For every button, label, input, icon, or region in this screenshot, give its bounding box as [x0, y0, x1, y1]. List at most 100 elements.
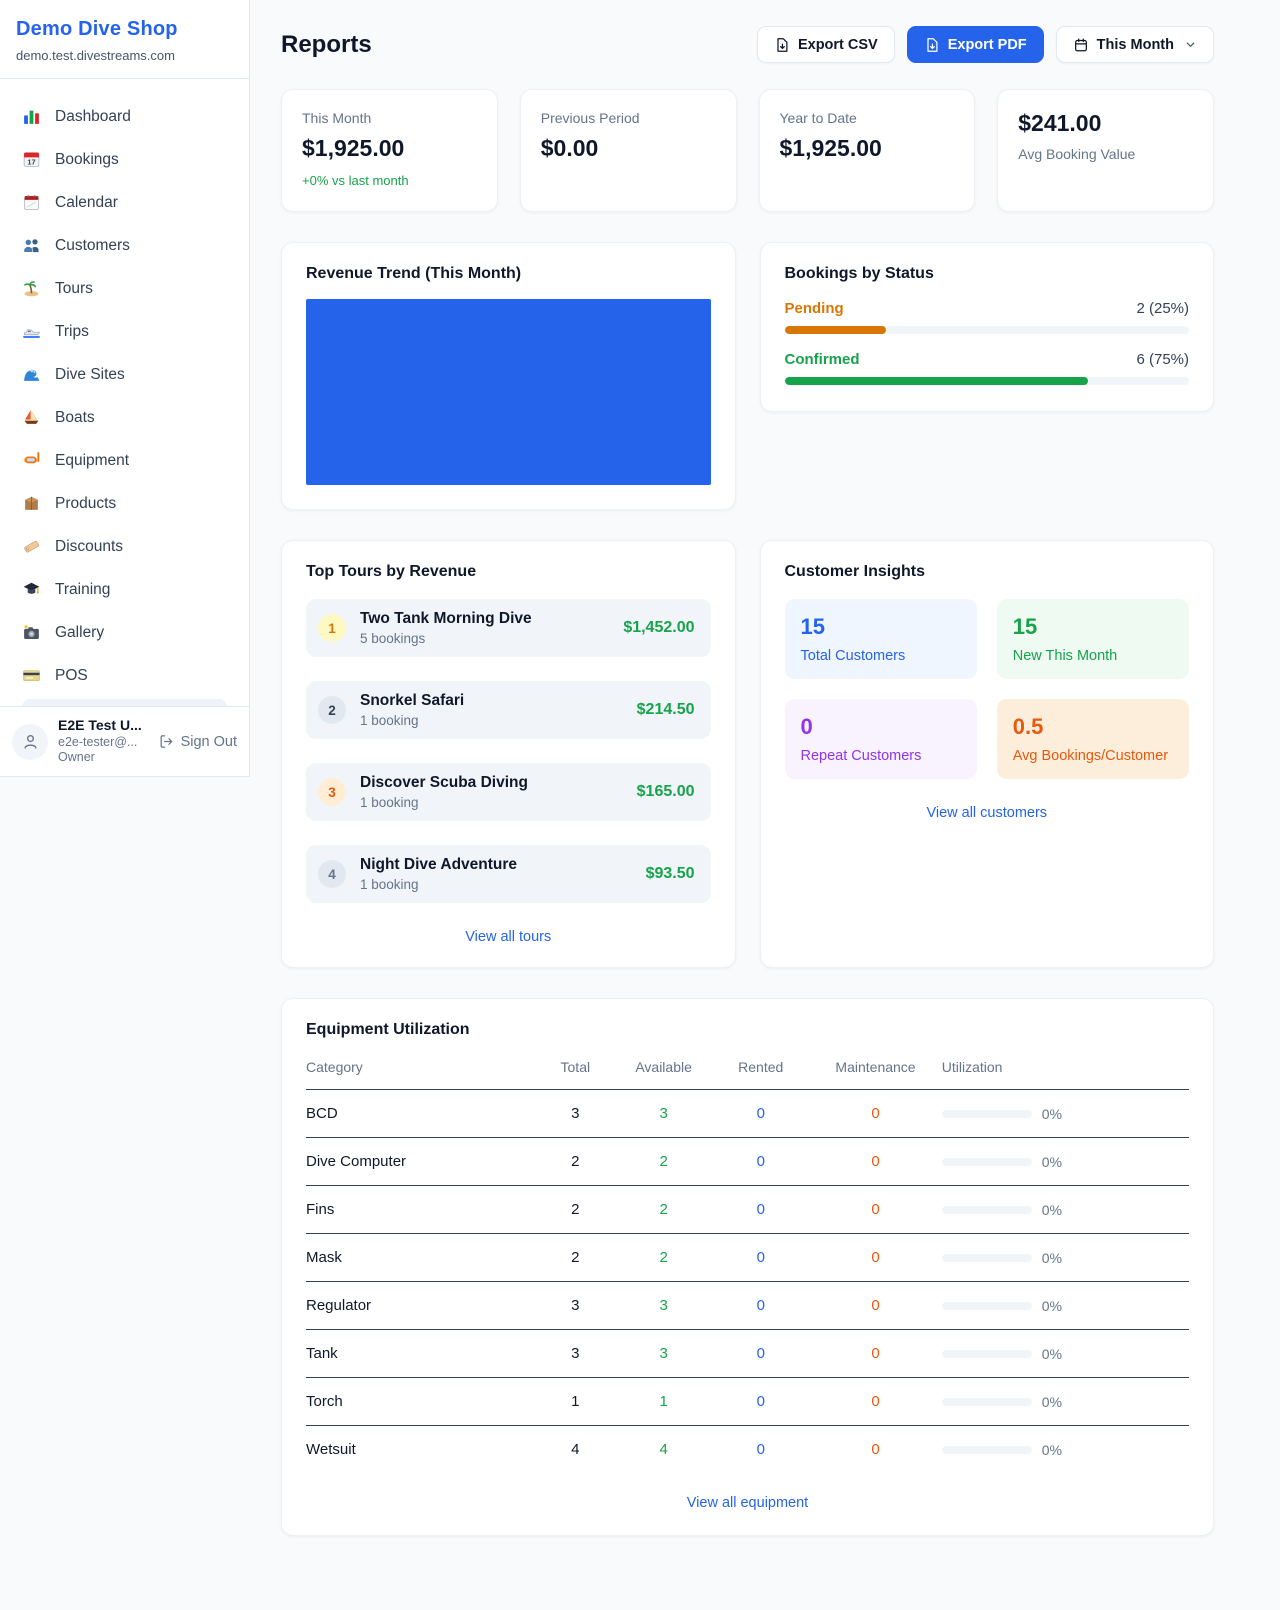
status-label: Pending	[785, 300, 844, 317]
sidebar-item-boats[interactable]: Boats	[12, 396, 237, 439]
status-label: Confirmed	[785, 351, 860, 368]
cell-total: 2	[536, 1138, 615, 1186]
stat-value: $1,925.00	[302, 135, 477, 162]
utilization-bar	[942, 1446, 1032, 1454]
cell-category: Dive Computer	[306, 1138, 536, 1186]
utilization-cell: 0%	[942, 1442, 1189, 1458]
utilization-pct: 0%	[1042, 1394, 1062, 1410]
shop-name: Demo Dive Shop	[16, 18, 233, 41]
tour-bookings: 1 booking	[360, 795, 528, 810]
cell-maintenance: 0	[809, 1186, 941, 1234]
camera-icon	[22, 623, 41, 642]
utilization-cell: 0%	[942, 1154, 1189, 1170]
stat-label: Avg Booking Value	[1018, 146, 1193, 162]
graduation-cap-icon	[22, 580, 41, 599]
sidebar-item-training[interactable]: Training	[12, 568, 237, 611]
period-label: This Month	[1097, 37, 1174, 53]
speedboat-icon	[22, 322, 41, 341]
cell-available: 1	[615, 1378, 712, 1426]
rank-badge: 4	[318, 860, 346, 888]
export-csv-button[interactable]: Export CSV	[757, 26, 895, 63]
card-title: Bookings by Status	[785, 265, 1190, 283]
sidebar-item-pos[interactable]: POS	[12, 654, 237, 697]
period-select[interactable]: This Month	[1056, 26, 1214, 63]
table-row: Regulator 3 3 0 0 0%	[306, 1282, 1189, 1330]
tile-avg-bookings-customer: 0.5 Avg Bookings/Customer	[997, 699, 1189, 779]
table-header-row: Category Total Available Rented Maintena…	[306, 1051, 1189, 1090]
utilization-cell: 0%	[942, 1250, 1189, 1266]
sidebar-item-products[interactable]: Products	[12, 482, 237, 525]
tile-label: New This Month	[1013, 648, 1173, 664]
table-row: Dive Computer 2 2 0 0 0%	[306, 1138, 1189, 1186]
stats-row: This Month $1,925.00 +0% vs last month P…	[281, 89, 1214, 212]
tile-value: 0	[801, 714, 961, 740]
utilization-bar	[942, 1398, 1032, 1406]
tile-value: 0.5	[1013, 714, 1173, 740]
cell-category: Wetsuit	[306, 1426, 536, 1474]
stat-card-previous-period: Previous Period $0.00	[520, 89, 737, 212]
sign-out-button[interactable]: Sign Out	[158, 733, 237, 750]
bookings-status-card: Bookings by Status Pending 2 (25%) Confi…	[760, 242, 1215, 412]
sidebar-item-dashboard[interactable]: Dashboard	[12, 95, 237, 138]
cell-maintenance: 0	[809, 1234, 941, 1282]
wave-icon	[22, 365, 41, 384]
bar-chart-icon	[22, 107, 41, 126]
sidebar-item-trips[interactable]: Trips	[12, 310, 237, 353]
people-icon	[22, 236, 41, 255]
cell-category: Torch	[306, 1378, 536, 1426]
logout-icon	[158, 733, 175, 750]
tour-name: Two Tank Morning Dive	[360, 610, 532, 628]
sailboat-icon	[22, 408, 41, 427]
tile-value: 15	[801, 614, 961, 640]
spiral-calendar-icon	[22, 193, 41, 212]
sidebar-item-label: Equipment	[55, 452, 129, 470]
revenue-trend-card: Revenue Trend (This Month)	[281, 242, 736, 510]
cell-available: 3	[615, 1090, 712, 1138]
cell-total: 1	[536, 1378, 615, 1426]
sidebar-item-dive-sites[interactable]: Dive Sites	[12, 353, 237, 396]
insight-tiles: 15 Total Customers 15 New This Month 0 R…	[785, 599, 1190, 779]
sidebar-item-bookings[interactable]: 17 Bookings	[12, 138, 237, 181]
col-rented: Rented	[712, 1051, 809, 1090]
sign-out-label: Sign Out	[181, 734, 237, 750]
col-category: Category	[306, 1051, 536, 1090]
sidebar-item-tours[interactable]: Tours	[12, 267, 237, 310]
sidebar-item-label: Gallery	[55, 624, 104, 642]
tour-revenue: $214.50	[637, 701, 695, 719]
sidebar-item-reports-partial[interactable]	[22, 699, 227, 706]
sidebar-item-customers[interactable]: Customers	[12, 224, 237, 267]
sidebar-item-calendar[interactable]: Calendar	[12, 181, 237, 224]
cell-available: 2	[615, 1186, 712, 1234]
tile-new-this-month: 15 New This Month	[997, 599, 1189, 679]
sidebar-item-discounts[interactable]: Discounts	[12, 525, 237, 568]
sidebar-item-gallery[interactable]: Gallery	[12, 611, 237, 654]
cell-category: Mask	[306, 1234, 536, 1282]
col-maintenance: Maintenance	[809, 1051, 941, 1090]
view-all-tours-link[interactable]: View all tours	[306, 929, 711, 945]
view-all-customers-link[interactable]: View all customers	[785, 805, 1190, 821]
tour-revenue: $165.00	[637, 783, 695, 801]
tile-repeat-customers: 0 Repeat Customers	[785, 699, 977, 779]
cell-maintenance: 0	[809, 1330, 941, 1378]
header-actions: Export CSV Export PDF This Month	[757, 26, 1214, 63]
utilization-cell: 0%	[942, 1346, 1189, 1362]
utilization-cell: 0%	[942, 1202, 1189, 1218]
utilization-bar	[942, 1302, 1032, 1310]
sidebar-item-label: Training	[55, 581, 110, 599]
stat-card-avg-booking-value: $241.00 Avg Booking Value	[997, 89, 1214, 212]
sidebar-user-footer: E2E Test U... e2e-tester@... Owner Sign …	[0, 706, 249, 776]
cell-category: Tank	[306, 1330, 536, 1378]
cell-maintenance: 0	[809, 1282, 941, 1330]
sidebar-item-equipment[interactable]: Equipment	[12, 439, 237, 482]
tile-total-customers: 15 Total Customers	[785, 599, 977, 679]
utilization-cell: 0%	[942, 1394, 1189, 1410]
sidebar-item-label: Trips	[55, 323, 89, 341]
view-all-equipment-link[interactable]: View all equipment	[306, 1495, 1189, 1511]
tour-name: Night Dive Adventure	[360, 856, 517, 874]
cell-total: 4	[536, 1426, 615, 1474]
export-pdf-button[interactable]: Export PDF	[907, 26, 1044, 63]
col-total: Total	[536, 1051, 615, 1090]
cell-category: Fins	[306, 1186, 536, 1234]
tour-revenue: $93.50	[646, 865, 695, 883]
cell-total: 3	[536, 1330, 615, 1378]
